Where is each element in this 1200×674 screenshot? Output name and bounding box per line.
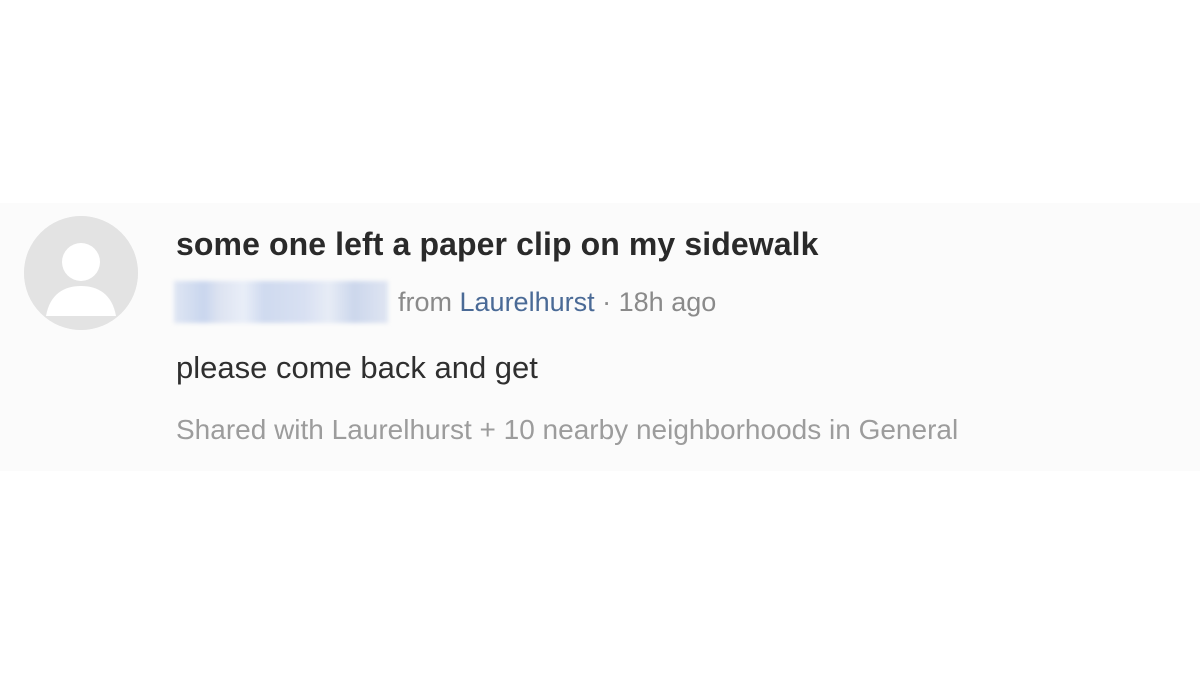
from-label: from: [398, 286, 452, 317]
meta-separator: ·: [602, 286, 612, 317]
neighborhood-link[interactable]: Laurelhurst: [460, 287, 595, 317]
author-name-redacted[interactable]: [174, 281, 388, 323]
default-user-icon: [24, 216, 138, 330]
shared-with-text: Shared with Laurelhurst + 10 nearby neig…: [176, 414, 959, 445]
post-title[interactable]: some one left a paper clip on my sidewal…: [176, 226, 819, 263]
meta-line: from Laurelhurst · 18h ago: [398, 287, 716, 318]
post-body: please come back and get: [176, 350, 538, 385]
post-meta: from Laurelhurst · 18h ago: [174, 280, 716, 324]
post-timestamp: 18h ago: [618, 286, 717, 317]
avatar[interactable]: [24, 216, 138, 330]
